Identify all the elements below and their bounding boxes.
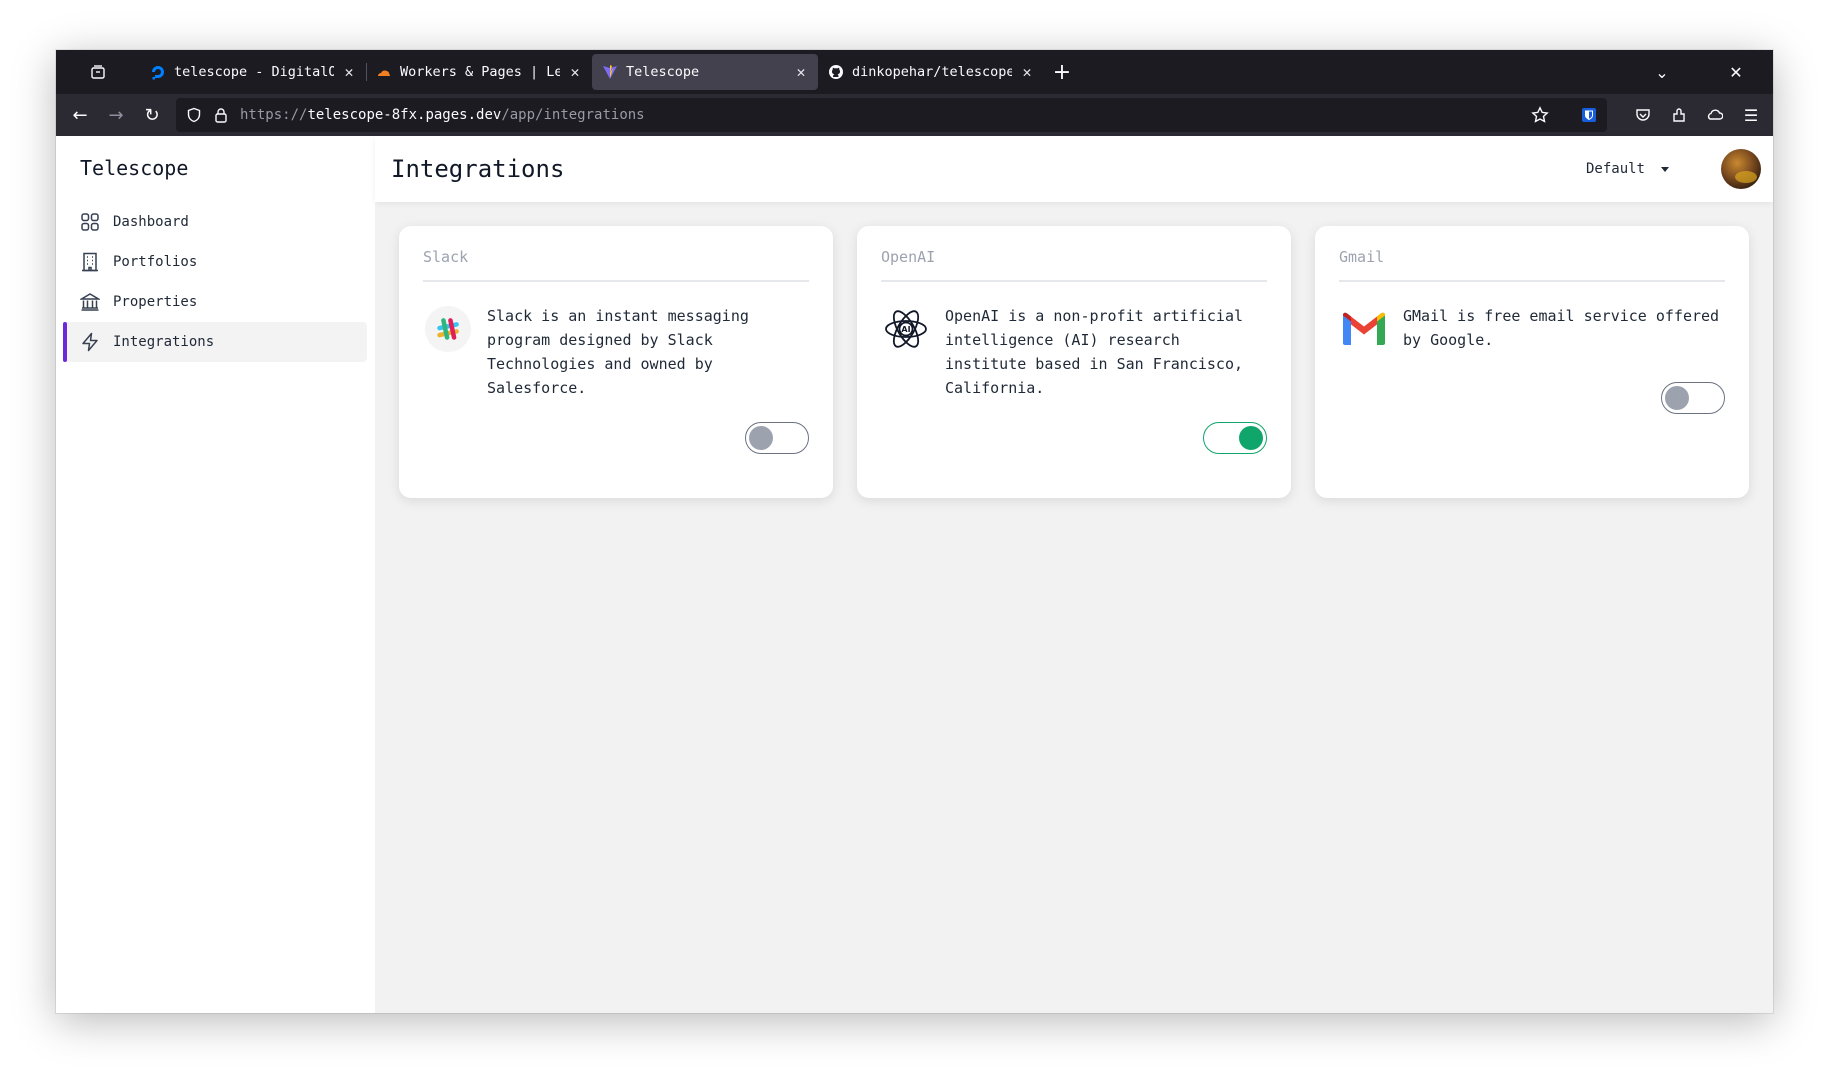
sidebar-item-label: Dashboard [113,214,189,230]
close-tab-icon[interactable]: ✕ [568,63,582,81]
url-host: telescope-8fx.pages.dev [307,107,502,123]
close-tab-icon[interactable]: ✕ [342,63,356,81]
card-title: Gmail [1339,248,1725,282]
sidebar-nav: Dashboard Portfolios Properties Integrat… [63,202,367,362]
navigation-toolbar: ← → ↻ https://telescope-8fx.pages.dev/ap… [56,94,1773,136]
avatar[interactable] [1721,149,1761,189]
shield-icon[interactable] [186,107,202,123]
browser-window: telescope - DigitalOce ✕ Workers & Pages… [56,50,1773,1013]
reload-button[interactable]: ↻ [134,105,170,126]
account-icon[interactable] [1697,107,1733,123]
gmail-logo [1339,304,1389,354]
card-body: Slack is an instant messaging program de… [423,304,809,400]
tab-title: Workers & Pages | Lemo [400,64,560,80]
slack-logo [423,304,473,354]
profile-select-value: Default [1585,161,1645,177]
close-window-icon[interactable]: ✕ [1699,63,1773,82]
main-content: Integrations Default Slack Slack is an i… [375,136,1773,1013]
toggle-knob [1665,386,1689,410]
page-title: Integrations [391,155,565,183]
url-text: https://telescope-8fx.pages.dev/app/inte… [240,107,1519,123]
card-footer [423,422,809,454]
lock-icon[interactable] [214,107,228,123]
tab-overview-button[interactable] [56,50,140,94]
integration-card-openai: OpenAI AI OpenAI is a non-profit artific… [857,226,1291,498]
close-tab-icon[interactable]: ✕ [1020,63,1034,81]
bolt-icon [79,331,101,353]
sidebar-item-label: Portfolios [113,254,198,270]
app-title: Telescope [80,156,189,180]
cloudflare-icon [376,64,392,80]
card-description: GMail is free email service offered by G… [1403,307,1720,349]
building-icon [79,251,101,273]
tab-title: Telescope [626,64,700,80]
back-button[interactable]: ← [62,105,98,126]
tab-cloudflare[interactable]: Workers & Pages | Lemo ✕ [366,54,592,90]
svg-text:AI: AI [901,325,910,334]
grid-icon [79,211,101,233]
openai-toggle[interactable] [1203,422,1267,454]
integration-card-slack: Slack Slack is an instant messaging prog… [399,226,833,498]
tab-digitalocean[interactable]: telescope - DigitalOce ✕ [140,54,366,90]
sidebar-item-label: Properties [113,294,198,310]
gmail-toggle[interactable] [1661,382,1725,414]
sidebar: Telescope Dashboard Portfolios Propertie… [56,136,375,1013]
openai-logo: AI [881,304,931,354]
sidebar-item-integrations[interactable]: Integrations [63,322,367,362]
extensions-icon[interactable] [1661,107,1697,123]
pocket-icon[interactable] [1625,107,1661,123]
url-path: /app/integrations [501,107,645,123]
sidebar-item-properties[interactable]: Properties [64,282,367,322]
card-body: GMail is free email service offered by G… [1339,304,1725,354]
sidebar-item-portfolios[interactable]: Portfolios [64,242,367,282]
tab-overview-icon [91,65,105,79]
card-title: Slack [423,248,809,282]
close-tab-icon[interactable]: ✕ [794,63,808,81]
app-root: Telescope Dashboard Portfolios Propertie… [56,136,1773,1013]
sidebar-item-dashboard[interactable]: Dashboard [64,202,367,242]
address-bar[interactable]: https://telescope-8fx.pages.dev/app/inte… [176,98,1607,132]
card-footer [1339,382,1725,414]
card-description: OpenAI is a non-profit artificial intell… [945,307,1244,397]
bank-icon [79,291,101,313]
card-title: OpenAI [881,248,1267,282]
toggle-knob [749,426,773,450]
chevron-down-icon [1661,166,1669,172]
page-header: Integrations Default [375,136,1773,202]
integration-card-gmail: Gmail GMail is free email service offere… [1315,226,1749,498]
tab-telescope[interactable]: Telescope ✕ [592,54,818,90]
card-body: AI OpenAI is a non-profit artificial int… [881,304,1267,400]
forward-button[interactable]: → [98,105,134,126]
vite-icon [602,64,618,80]
bookmark-star-icon[interactable] [1531,106,1549,124]
new-tab-button[interactable]: + [1044,60,1080,85]
integrations-grid: Slack Slack is an instant messaging prog… [375,202,1773,522]
card-footer [881,422,1267,454]
tab-github[interactable]: dinkopehar/telescope: ✕ [818,54,1044,90]
tab-title: dinkopehar/telescope: [852,64,1012,80]
bitwarden-icon[interactable] [1581,107,1597,123]
list-all-tabs-icon[interactable]: ⌄ [1625,63,1699,82]
card-description: Slack is an instant messaging program de… [487,307,749,397]
slack-toggle[interactable] [745,422,809,454]
tabbar-controls: ⌄ ✕ [1625,50,1773,94]
url-scheme: https:// [240,107,308,123]
github-icon [828,64,844,80]
tab-bar: telescope - DigitalOce ✕ Workers & Pages… [56,50,1773,94]
tab-title: telescope - DigitalOce [174,64,334,80]
sidebar-item-label: Integrations [113,334,215,350]
toggle-knob [1239,426,1263,450]
menu-icon[interactable]: ☰ [1733,106,1769,125]
profile-select[interactable]: Default [1586,161,1669,177]
digitalocean-icon [150,64,166,80]
toolbar-actions: ☰ [1625,106,1769,125]
